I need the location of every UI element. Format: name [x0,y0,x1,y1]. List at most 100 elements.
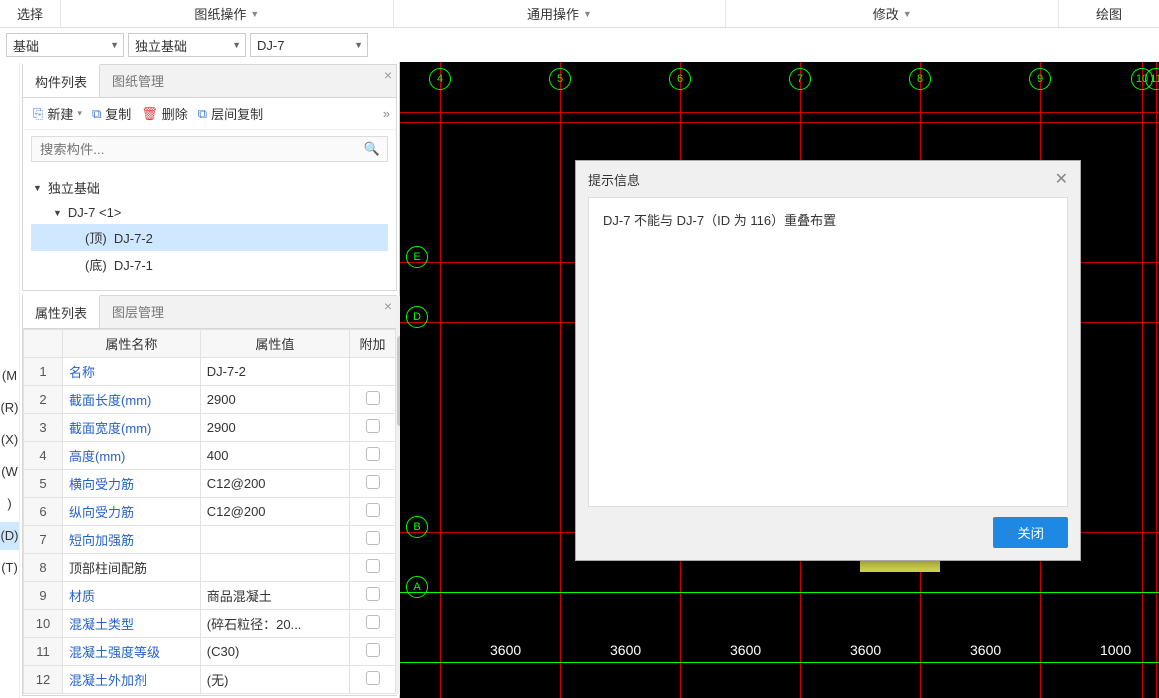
prop-name[interactable]: 混凝土类型 [63,610,201,638]
prop-extra[interactable] [350,386,396,414]
menu-general-ops[interactable]: 通用操作▼ [394,0,726,27]
prop-extra[interactable] [350,498,396,526]
table-row[interactable]: 8顶部柱间配筋 [24,554,396,582]
table-row[interactable]: 11混凝土强度等级(C30) [24,638,396,666]
row-index: 3 [24,414,63,442]
checkbox[interactable] [366,615,380,629]
prop-name[interactable]: 材质 [63,582,201,610]
table-row[interactable]: 6纵向受力筋C12@200 [24,498,396,526]
table-row[interactable]: 3截面宽度(mm)2900 [24,414,396,442]
prop-name[interactable]: 纵向受力筋 [63,498,201,526]
prop-name[interactable]: 截面宽度(mm) [63,414,201,442]
table-row[interactable]: 4高度(mm)400 [24,442,396,470]
tab-property-list[interactable]: 属性列表 [23,295,100,328]
table-row[interactable]: 9材质商品混凝土 [24,582,396,610]
copy-button[interactable]: ⧉复制 [88,102,135,125]
axis-marker: D [406,306,428,328]
tab-drawing-mgmt[interactable]: 图纸管理 [100,65,176,97]
checkbox[interactable] [366,643,380,657]
delete-button[interactable]: 🗑删除 [137,102,192,125]
left-rail-item[interactable]: (M [0,362,19,390]
prop-extra[interactable] [350,666,396,694]
prop-name[interactable]: 混凝土外加剂 [63,666,201,694]
prop-name[interactable]: 混凝土强度等级 [63,638,201,666]
prop-extra[interactable] [350,470,396,498]
tab-layer-mgmt[interactable]: 图层管理 [100,296,176,328]
prop-value[interactable]: (碎石粒径：20... [200,610,349,638]
prop-value[interactable]: 2900 [200,414,349,442]
left-rail-item[interactable]: (T) [0,554,19,582]
left-rail-item[interactable]: (X) [0,426,19,454]
prop-extra[interactable] [350,442,396,470]
tree-root[interactable]: ▼独立基础 [31,174,388,201]
prop-value[interactable]: DJ-7-2 [200,358,349,386]
prop-value[interactable]: C12@200 [200,498,349,526]
checkbox[interactable] [366,503,380,517]
dialog-close-icon[interactable]: ✕ [1055,169,1068,189]
table-row[interactable]: 12混凝土外加剂(无) [24,666,396,694]
search-input[interactable] [31,136,388,162]
dialog-titlebar[interactable]: 提示信息 ✕ [576,161,1080,197]
menu-draw[interactable]: 绘图 [1059,0,1159,27]
checkbox[interactable] [366,531,380,545]
table-row[interactable]: 2截面长度(mm)2900 [24,386,396,414]
table-row[interactable]: 7短向加强筋 [24,526,396,554]
prop-name[interactable]: 顶部柱间配筋 [63,554,201,582]
checkbox[interactable] [366,419,380,433]
prop-name[interactable]: 名称 [63,358,201,386]
left-rail-item[interactable]: (D) [0,522,19,550]
table-row[interactable]: 5横向受力筋C12@200 [24,470,396,498]
prop-extra[interactable] [350,582,396,610]
menu-modify[interactable]: 修改▼ [726,0,1058,27]
checkbox[interactable] [366,671,380,685]
prop-extra[interactable] [350,414,396,442]
layer-copy-button[interactable]: ⧉层间复制 [194,102,267,125]
component-tree: ▼独立基础 ▼DJ-7 <1> (顶) DJ-7-2 (底) DJ-7-1 [23,168,396,290]
tree-child[interactable]: ▼DJ-7 <1> [31,201,388,224]
prop-extra[interactable] [350,358,396,386]
prop-value[interactable] [200,526,349,554]
prop-extra[interactable] [350,638,396,666]
tree-leaf-top[interactable]: (顶) DJ-7-2 [31,224,388,251]
row-index: 1 [24,358,63,386]
dialog-close-button[interactable]: 关闭 [993,517,1068,548]
checkbox[interactable] [366,447,380,461]
prop-name[interactable]: 横向受力筋 [63,470,201,498]
prop-extra[interactable] [350,610,396,638]
menu-select-label: 选择 [17,4,43,23]
dialog-message: DJ-7 不能与 DJ-7（ID 为 116）重叠布置 [603,213,836,228]
new-button[interactable]: ⎘新建▾ [29,102,86,125]
checkbox[interactable] [366,475,380,489]
prop-value[interactable]: (C30) [200,638,349,666]
prop-name[interactable]: 高度(mm) [63,442,201,470]
search-box: 🔍 [31,136,388,162]
tab-component-list[interactable]: 构件列表 [23,64,100,97]
combo-type[interactable]: 独立基础▼ [128,33,246,57]
menu-drawing-ops[interactable]: 图纸操作▼ [61,0,393,27]
left-rail-item[interactable]: ) [0,490,19,518]
tree-leaf-bottom[interactable]: (底) DJ-7-1 [31,251,388,278]
prop-name[interactable]: 截面长度(mm) [63,386,201,414]
prop-value[interactable]: 2900 [200,386,349,414]
checkbox[interactable] [366,587,380,601]
prop-extra[interactable] [350,526,396,554]
combo-category[interactable]: 基础▼ [6,33,124,57]
table-row[interactable]: 10混凝土类型(碎石粒径：20... [24,610,396,638]
left-rail-item[interactable]: (W [0,458,19,486]
prop-value[interactable]: (无) [200,666,349,694]
combo-item[interactable]: DJ-7▼ [250,33,368,57]
close-icon[interactable]: × [384,298,392,314]
prop-value[interactable]: C12@200 [200,470,349,498]
left-rail-item[interactable]: (R) [0,394,19,422]
prop-name[interactable]: 短向加强筋 [63,526,201,554]
prop-value[interactable]: 商品混凝土 [200,582,349,610]
checkbox[interactable] [366,391,380,405]
menu-select[interactable]: 选择 [0,0,60,27]
more-button[interactable]: » [383,106,390,121]
close-icon[interactable]: × [384,67,392,83]
table-row[interactable]: 1名称DJ-7-2 [24,358,396,386]
prop-extra[interactable] [350,554,396,582]
prop-value[interactable]: 400 [200,442,349,470]
prop-value[interactable] [200,554,349,582]
checkbox[interactable] [366,559,380,573]
